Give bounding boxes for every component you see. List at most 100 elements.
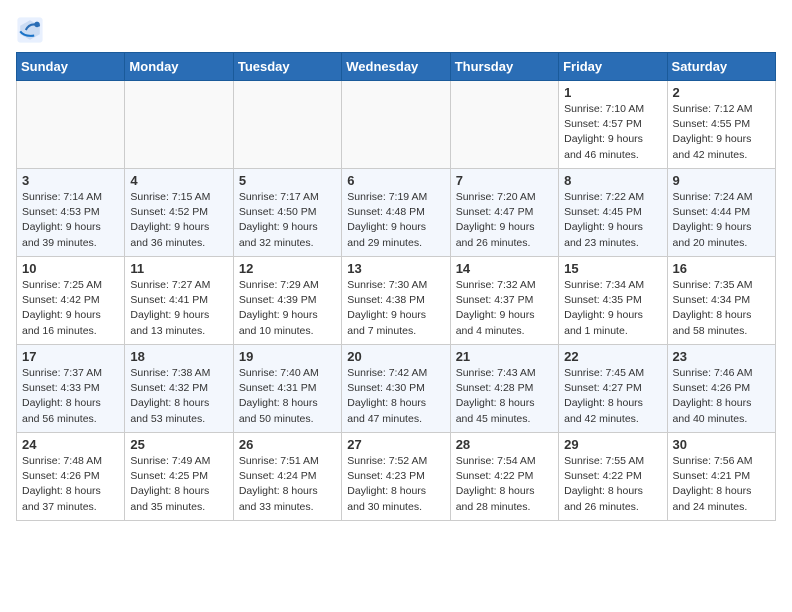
day-info: Sunrise: 7:48 AM Sunset: 4:26 PM Dayligh… <box>22 454 119 515</box>
day-number: 9 <box>673 173 770 188</box>
calendar-cell: 15 Sunrise: 7:34 AM Sunset: 4:35 PM Dayli… <box>559 257 667 345</box>
day-info: Sunrise: 7:27 AM Sunset: 4:41 PM Dayligh… <box>130 278 227 339</box>
day-info: Sunrise: 7:49 AM Sunset: 4:25 PM Dayligh… <box>130 454 227 515</box>
day-info: Sunrise: 7:37 AM Sunset: 4:33 PM Dayligh… <box>22 366 119 427</box>
weekday-header-row: SundayMondayTuesdayWednesdayThursdayFrid… <box>17 53 776 81</box>
day-number: 14 <box>456 261 553 276</box>
day-number: 2 <box>673 85 770 100</box>
weekday-sunday: Sunday <box>17 53 125 81</box>
day-number: 17 <box>22 349 119 364</box>
calendar-cell: 16 Sunrise: 7:35 AM Sunset: 4:34 PM Dayli… <box>667 257 775 345</box>
calendar-cell: 20 Sunrise: 7:42 AM Sunset: 4:30 PM Dayli… <box>342 345 450 433</box>
day-number: 1 <box>564 85 661 100</box>
day-number: 29 <box>564 437 661 452</box>
weekday-thursday: Thursday <box>450 53 558 81</box>
calendar-cell: 5 Sunrise: 7:17 AM Sunset: 4:50 PM Daylig… <box>233 169 341 257</box>
day-info: Sunrise: 7:20 AM Sunset: 4:47 PM Dayligh… <box>456 190 553 251</box>
day-number: 30 <box>673 437 770 452</box>
calendar-cell: 6 Sunrise: 7:19 AM Sunset: 4:48 PM Daylig… <box>342 169 450 257</box>
calendar-cell: 13 Sunrise: 7:30 AM Sunset: 4:38 PM Dayli… <box>342 257 450 345</box>
logo <box>16 16 48 44</box>
day-info: Sunrise: 7:22 AM Sunset: 4:45 PM Dayligh… <box>564 190 661 251</box>
day-number: 8 <box>564 173 661 188</box>
day-info: Sunrise: 7:17 AM Sunset: 4:50 PM Dayligh… <box>239 190 336 251</box>
calendar-cell <box>342 81 450 169</box>
calendar-cell: 27 Sunrise: 7:52 AM Sunset: 4:23 PM Dayli… <box>342 433 450 521</box>
calendar-week-1: 1 Sunrise: 7:10 AM Sunset: 4:57 PM Daylig… <box>17 81 776 169</box>
weekday-tuesday: Tuesday <box>233 53 341 81</box>
day-info: Sunrise: 7:55 AM Sunset: 4:22 PM Dayligh… <box>564 454 661 515</box>
day-info: Sunrise: 7:54 AM Sunset: 4:22 PM Dayligh… <box>456 454 553 515</box>
calendar-cell: 24 Sunrise: 7:48 AM Sunset: 4:26 PM Dayli… <box>17 433 125 521</box>
calendar-cell <box>450 81 558 169</box>
calendar-cell: 14 Sunrise: 7:32 AM Sunset: 4:37 PM Dayli… <box>450 257 558 345</box>
day-number: 3 <box>22 173 119 188</box>
weekday-wednesday: Wednesday <box>342 53 450 81</box>
calendar-cell: 29 Sunrise: 7:55 AM Sunset: 4:22 PM Dayli… <box>559 433 667 521</box>
day-info: Sunrise: 7:34 AM Sunset: 4:35 PM Dayligh… <box>564 278 661 339</box>
day-number: 25 <box>130 437 227 452</box>
day-info: Sunrise: 7:10 AM Sunset: 4:57 PM Dayligh… <box>564 102 661 163</box>
calendar-cell: 23Sunrise: 7:46 AM Sunset: 4:26 PM Dayli… <box>667 345 775 433</box>
day-info: Sunrise: 7:15 AM Sunset: 4:52 PM Dayligh… <box>130 190 227 251</box>
day-info: Sunrise: 7:12 AM Sunset: 4:55 PM Dayligh… <box>673 102 770 163</box>
day-info: Sunrise: 7:35 AM Sunset: 4:34 PM Dayligh… <box>673 278 770 339</box>
calendar-cell <box>17 81 125 169</box>
day-number: 18 <box>130 349 227 364</box>
day-info: Sunrise: 7:45 AM Sunset: 4:27 PM Dayligh… <box>564 366 661 427</box>
day-info: Sunrise: 7:32 AM Sunset: 4:37 PM Dayligh… <box>456 278 553 339</box>
day-number: 26 <box>239 437 336 452</box>
day-info: Sunrise: 7:56 AM Sunset: 4:21 PM Dayligh… <box>673 454 770 515</box>
day-info: Sunrise: 7:14 AM Sunset: 4:53 PM Dayligh… <box>22 190 119 251</box>
day-info: Sunrise: 7:43 AM Sunset: 4:28 PM Dayligh… <box>456 366 553 427</box>
calendar-cell: 10Sunrise: 7:25 AM Sunset: 4:42 PM Dayli… <box>17 257 125 345</box>
day-number: 23 <box>673 349 770 364</box>
day-info: Sunrise: 7:40 AM Sunset: 4:31 PM Dayligh… <box>239 366 336 427</box>
day-info: Sunrise: 7:19 AM Sunset: 4:48 PM Dayligh… <box>347 190 444 251</box>
calendar-table: SundayMondayTuesdayWednesdayThursdayFrid… <box>16 52 776 521</box>
calendar-body: 1 Sunrise: 7:10 AM Sunset: 4:57 PM Daylig… <box>17 81 776 521</box>
day-number: 22 <box>564 349 661 364</box>
day-number: 20 <box>347 349 444 364</box>
calendar-week-5: 24 Sunrise: 7:48 AM Sunset: 4:26 PM Dayli… <box>17 433 776 521</box>
calendar-cell: 21Sunrise: 7:43 AM Sunset: 4:28 PM Dayli… <box>450 345 558 433</box>
day-number: 16 <box>673 261 770 276</box>
day-info: Sunrise: 7:38 AM Sunset: 4:32 PM Dayligh… <box>130 366 227 427</box>
weekday-monday: Monday <box>125 53 233 81</box>
weekday-friday: Friday <box>559 53 667 81</box>
day-number: 27 <box>347 437 444 452</box>
day-number: 15 <box>564 261 661 276</box>
calendar-cell: 9 Sunrise: 7:24 AM Sunset: 4:44 PM Daylig… <box>667 169 775 257</box>
calendar-cell: 22 Sunrise: 7:45 AM Sunset: 4:27 PM Dayli… <box>559 345 667 433</box>
day-number: 11 <box>130 261 227 276</box>
day-number: 19 <box>239 349 336 364</box>
calendar-cell: 12Sunrise: 7:29 AM Sunset: 4:39 PM Dayli… <box>233 257 341 345</box>
day-number: 4 <box>130 173 227 188</box>
day-info: Sunrise: 7:30 AM Sunset: 4:38 PM Dayligh… <box>347 278 444 339</box>
calendar-cell: 3 Sunrise: 7:14 AM Sunset: 4:53 PM Daylig… <box>17 169 125 257</box>
calendar-cell: 30 Sunrise: 7:56 AM Sunset: 4:21 PM Dayli… <box>667 433 775 521</box>
calendar-cell: 2 Sunrise: 7:12 AM Sunset: 4:55 PM Daylig… <box>667 81 775 169</box>
calendar-week-3: 10Sunrise: 7:25 AM Sunset: 4:42 PM Dayli… <box>17 257 776 345</box>
page-header <box>16 16 776 44</box>
day-info: Sunrise: 7:42 AM Sunset: 4:30 PM Dayligh… <box>347 366 444 427</box>
calendar-cell: 4 Sunrise: 7:15 AM Sunset: 4:52 PM Daylig… <box>125 169 233 257</box>
day-info: Sunrise: 7:24 AM Sunset: 4:44 PM Dayligh… <box>673 190 770 251</box>
day-number: 10 <box>22 261 119 276</box>
calendar-cell: 18 Sunrise: 7:38 AM Sunset: 4:32 PM Dayli… <box>125 345 233 433</box>
calendar-week-4: 17 Sunrise: 7:37 AM Sunset: 4:33 PM Dayli… <box>17 345 776 433</box>
calendar-cell <box>125 81 233 169</box>
day-number: 5 <box>239 173 336 188</box>
day-number: 24 <box>22 437 119 452</box>
calendar-cell: 8 Sunrise: 7:22 AM Sunset: 4:45 PM Daylig… <box>559 169 667 257</box>
calendar-week-2: 3 Sunrise: 7:14 AM Sunset: 4:53 PM Daylig… <box>17 169 776 257</box>
day-number: 6 <box>347 173 444 188</box>
calendar-cell: 7 Sunrise: 7:20 AM Sunset: 4:47 PM Daylig… <box>450 169 558 257</box>
day-number: 7 <box>456 173 553 188</box>
day-number: 12 <box>239 261 336 276</box>
calendar-cell: 25 Sunrise: 7:49 AM Sunset: 4:25 PM Dayli… <box>125 433 233 521</box>
calendar-cell: 1 Sunrise: 7:10 AM Sunset: 4:57 PM Daylig… <box>559 81 667 169</box>
weekday-saturday: Saturday <box>667 53 775 81</box>
day-number: 13 <box>347 261 444 276</box>
day-info: Sunrise: 7:52 AM Sunset: 4:23 PM Dayligh… <box>347 454 444 515</box>
